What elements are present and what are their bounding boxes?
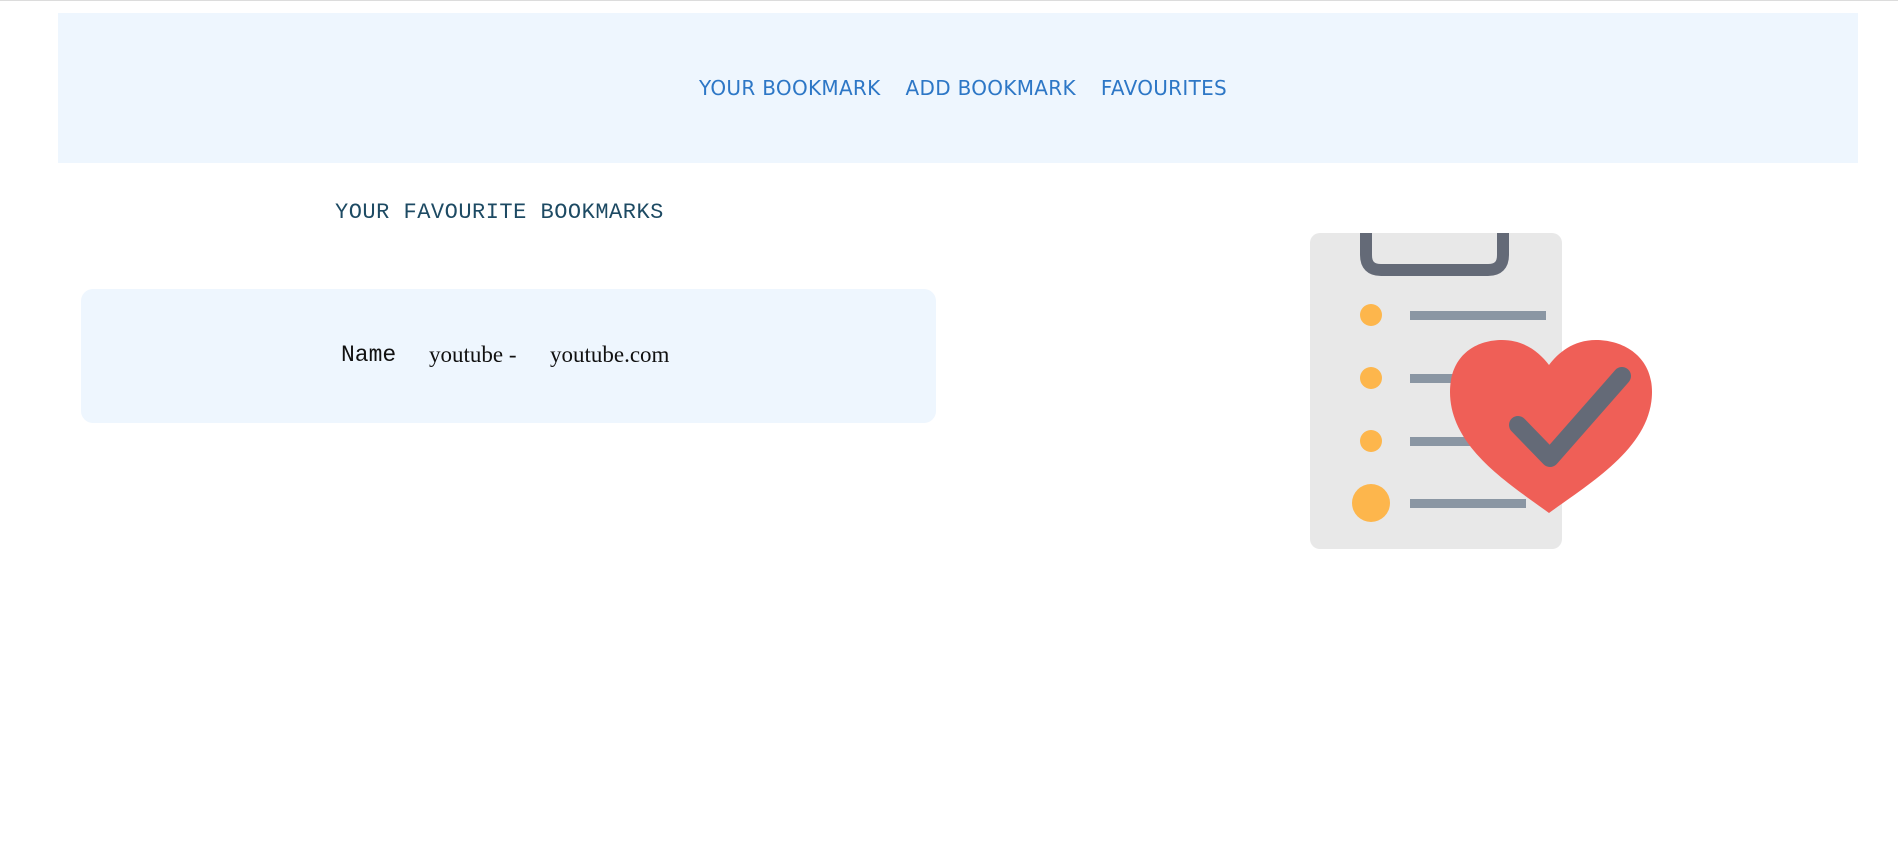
nav-link-add-bookmark[interactable]: ADD BOOKMARK [906,76,1076,100]
navbar: YOUR BOOKMARK ADD BOOKMARK FAVOURITES [58,13,1858,163]
nav-link-your-bookmark[interactable]: YOUR BOOKMARK [699,76,881,100]
clipboard-heart-checkmark-icon [1300,225,1670,555]
page-title: YOUR FAVOURITE BOOKMARKS [335,200,664,225]
bookmark-url-link[interactable]: youtube.com [550,342,669,368]
nav-link-favourites[interactable]: FAVOURITES [1101,76,1227,100]
top-border [0,0,1898,1]
bookmark-card: Name youtube - youtube.com [81,289,936,423]
bookmark-name: youtube - [429,342,517,367]
nav-links: YOUR BOOKMARK ADD BOOKMARK FAVOURITES [699,76,1227,100]
bookmark-label: Name [341,342,397,368]
